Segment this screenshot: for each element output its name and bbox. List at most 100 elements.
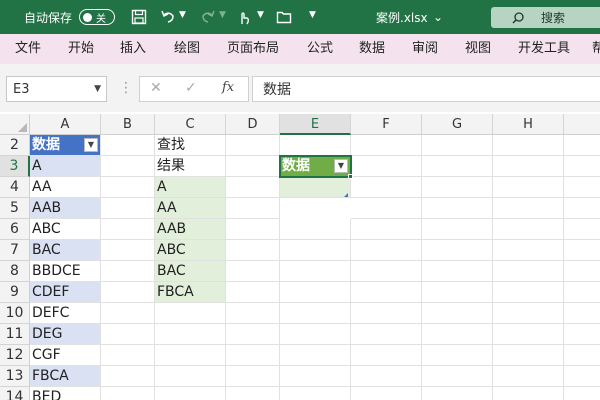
grid-cell[interactable] — [226, 156, 280, 177]
grid-cell[interactable] — [564, 387, 600, 400]
grid-cell[interactable] — [101, 387, 155, 400]
grid-cell[interactable] — [101, 366, 155, 387]
grid-cell[interactable] — [351, 177, 422, 198]
cell-e2[interactable] — [280, 135, 351, 156]
tab-formulas[interactable]: 公式 — [307, 34, 333, 64]
grid-cell[interactable] — [493, 282, 564, 303]
cell-a7[interactable]: BAC — [30, 240, 101, 261]
column-header-d[interactable]: D — [226, 114, 280, 135]
grid-cell[interactable] — [101, 240, 155, 261]
grid-cell[interactable] — [351, 135, 422, 156]
cell-c11[interactable] — [155, 324, 226, 345]
tab-page-layout[interactable]: 页面布局 — [227, 34, 279, 64]
grid-cell[interactable] — [493, 345, 564, 366]
grid-cell[interactable] — [564, 240, 600, 261]
grid-cell[interactable] — [226, 324, 280, 345]
grid-cell[interactable] — [280, 366, 351, 387]
grid-cell[interactable] — [564, 135, 600, 156]
column-header-h[interactable]: H — [493, 114, 564, 135]
grid-cell[interactable] — [351, 240, 422, 261]
tab-file[interactable]: 文件 — [15, 34, 41, 64]
insert-function-icon[interactable]: fx — [222, 80, 234, 95]
grid-cell[interactable] — [351, 345, 422, 366]
grid-cell[interactable] — [493, 177, 564, 198]
tab-developer[interactable]: 开发工具 — [518, 34, 570, 64]
customize-toolbar-icon[interactable]: ▼ — [309, 10, 316, 20]
grid-cell[interactable] — [422, 198, 493, 219]
cell-a3[interactable]: A — [30, 156, 101, 177]
filename-caret[interactable]: ⌄ — [433, 0, 443, 34]
grid-cell[interactable] — [226, 345, 280, 366]
grid-cell[interactable] — [422, 156, 493, 177]
cell-a11[interactable]: DEG — [30, 324, 101, 345]
column-header-e[interactable]: E — [280, 114, 351, 135]
cell-c9[interactable]: FBCA — [155, 282, 226, 303]
grid-cell[interactable] — [493, 303, 564, 324]
cell-c14[interactable] — [155, 387, 226, 400]
grid-cell[interactable] — [564, 282, 600, 303]
name-box-dropdown-icon[interactable]: ▼ — [94, 84, 101, 94]
open-folder-icon[interactable] — [276, 9, 292, 25]
column-header-f[interactable]: F — [351, 114, 422, 135]
grid-cell[interactable] — [493, 261, 564, 282]
grid-cell[interactable] — [564, 366, 600, 387]
cell-a8[interactable]: BBDCE — [30, 261, 101, 282]
filter-dropdown-icon[interactable]: ▼ — [84, 138, 98, 152]
grid-cell[interactable] — [564, 156, 600, 177]
grid-cell[interactable] — [422, 261, 493, 282]
grid-cell[interactable] — [226, 219, 280, 240]
row-header[interactable]: 5 — [0, 198, 30, 219]
grid-cell[interactable] — [101, 303, 155, 324]
row-header[interactable]: 11 — [0, 324, 30, 345]
cell-c6[interactable]: AAB — [155, 219, 226, 240]
grid-cell[interactable] — [422, 219, 493, 240]
tab-draw[interactable]: 绘图 — [174, 34, 200, 64]
cell-a4[interactable]: AA — [30, 177, 101, 198]
grid-cell[interactable] — [280, 219, 351, 240]
row-header[interactable]: 8 — [0, 261, 30, 282]
grid-cell[interactable] — [226, 366, 280, 387]
grid-cell[interactable] — [101, 261, 155, 282]
column-header-g[interactable]: G — [422, 114, 493, 135]
table-resize-handle-icon[interactable] — [344, 193, 348, 197]
cell-c3-subtitle[interactable]: 结果 — [155, 156, 226, 177]
grid-cell[interactable] — [493, 387, 564, 400]
cell-a9[interactable]: CDEF — [30, 282, 101, 303]
grid-cell[interactable] — [280, 261, 351, 282]
tab-data[interactable]: 数据 — [359, 34, 385, 64]
grid-cell[interactable] — [226, 261, 280, 282]
cell-a6[interactable]: ABC — [30, 219, 101, 240]
grid-cell[interactable] — [101, 177, 155, 198]
grid-cell[interactable] — [226, 303, 280, 324]
cell-a13[interactable]: FBCA — [30, 366, 101, 387]
grid-cell[interactable] — [101, 156, 155, 177]
grid-cell[interactable] — [564, 219, 600, 240]
cell-c10[interactable] — [155, 303, 226, 324]
grid-cell[interactable] — [422, 387, 493, 400]
column-header-c[interactable]: C — [155, 114, 226, 135]
row-header[interactable]: 9 — [0, 282, 30, 303]
grid-cell[interactable] — [493, 219, 564, 240]
tab-insert[interactable]: 插入 — [120, 34, 146, 64]
grid-cell[interactable] — [422, 303, 493, 324]
search-box[interactable]: 搜索 — [491, 7, 600, 28]
grid-cell[interactable] — [493, 198, 564, 219]
tab-home[interactable]: 开始 — [68, 34, 94, 64]
undo-icon[interactable] — [160, 9, 176, 25]
row-header[interactable]: 4 — [0, 177, 30, 198]
autosave-toggle[interactable]: 关 — [79, 9, 115, 25]
grid-cell[interactable] — [101, 135, 155, 156]
tab-view[interactable]: 视图 — [465, 34, 491, 64]
column-header-a[interactable]: A — [30, 114, 101, 135]
grid-cell[interactable] — [493, 366, 564, 387]
grid-cell[interactable] — [564, 261, 600, 282]
formula-bar-splitter-icon[interactable]: ⋮ — [119, 80, 133, 96]
cell-c2-title[interactable]: 查找 — [155, 135, 226, 156]
cell-c7[interactable]: ABC — [155, 240, 226, 261]
grid-cell[interactable] — [493, 135, 564, 156]
cell-a12[interactable]: CGF — [30, 345, 101, 366]
grid-cell[interactable] — [422, 345, 493, 366]
grid-cell[interactable] — [101, 198, 155, 219]
cell-a14[interactable]: BED — [30, 387, 101, 400]
grid-cell[interactable] — [493, 240, 564, 261]
